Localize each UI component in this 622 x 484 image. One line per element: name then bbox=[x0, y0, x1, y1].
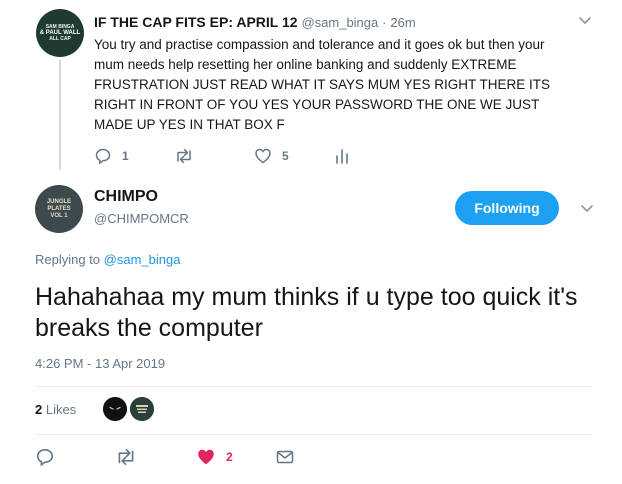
likes-summary[interactable]: 2 Likes bbox=[35, 402, 76, 417]
main-like-count: 2 bbox=[226, 450, 233, 464]
replying-handle-link[interactable]: @sam_binga bbox=[104, 252, 181, 267]
main-retweet-action[interactable] bbox=[115, 446, 137, 468]
parent-separator: · bbox=[382, 15, 387, 30]
chevron-down-icon[interactable] bbox=[578, 16, 592, 26]
parent-retweet-action[interactable] bbox=[174, 146, 194, 166]
following-button[interactable]: Following bbox=[455, 191, 559, 225]
replying-prefix: Replying to bbox=[35, 252, 101, 267]
divider-bottom bbox=[35, 434, 592, 435]
parent-analytics-action[interactable] bbox=[334, 146, 350, 166]
main-like-action[interactable]: 2 bbox=[196, 446, 233, 468]
main-avatar-text-1: JUNGLE PLATES bbox=[46, 198, 72, 212]
liker-logo-icon bbox=[130, 397, 154, 421]
main-handle[interactable]: @CHIMPOMCR bbox=[94, 211, 189, 226]
liker-face-icon bbox=[103, 397, 127, 421]
parent-tweet-text: You try and practise compassion and tole… bbox=[94, 37, 551, 132]
main-avatar-text-2: VOL 1 bbox=[50, 212, 68, 219]
retweet-icon bbox=[174, 147, 194, 165]
replying-to: Replying to @sam_binga bbox=[35, 252, 180, 267]
liker-avatar[interactable] bbox=[103, 397, 127, 421]
tweet-timestamp[interactable]: 4:26 PM - 13 Apr 2019 bbox=[35, 356, 165, 371]
reply-icon bbox=[35, 447, 55, 467]
main-dm-action[interactable] bbox=[275, 446, 295, 468]
likes-count: 2 bbox=[35, 402, 43, 417]
main-tweet-text: Hahahahaa my mum thinks if u type too qu… bbox=[35, 283, 578, 342]
parent-like-action[interactable]: 5 bbox=[254, 146, 289, 166]
reply-icon bbox=[94, 147, 112, 165]
main-author-name[interactable]: CHIMPO bbox=[94, 188, 158, 206]
parent-reply-count: 1 bbox=[122, 149, 129, 163]
divider-top bbox=[35, 386, 592, 387]
thread-line bbox=[59, 60, 61, 170]
heart-filled-icon bbox=[196, 447, 216, 467]
parent-like-count: 5 bbox=[282, 149, 289, 163]
parent-avatar-text-3: ALL CAP bbox=[49, 36, 71, 42]
retweet-icon bbox=[115, 447, 137, 467]
main-chevron-down-icon[interactable] bbox=[580, 204, 594, 214]
parent-avatar[interactable]: SAM BINGA & PAUL WALL ALL CAP bbox=[36, 9, 84, 57]
parent-time[interactable]: 26m bbox=[390, 15, 415, 30]
main-avatar[interactable]: JUNGLE PLATES VOL 1 bbox=[35, 185, 83, 233]
likes-label: Likes bbox=[45, 402, 77, 417]
parent-author-name[interactable]: IF THE CAP FITS EP: APRIL 12 bbox=[94, 14, 298, 30]
liker-avatar[interactable] bbox=[130, 397, 154, 421]
analytics-icon bbox=[334, 147, 350, 165]
parent-handle[interactable]: @sam_binga bbox=[301, 15, 378, 30]
heart-outline-icon bbox=[254, 147, 272, 165]
parent-reply-action[interactable]: 1 bbox=[94, 146, 129, 166]
parent-header: IF THE CAP FITS EP: APRIL 12 @sam_binga … bbox=[94, 14, 416, 30]
envelope-icon bbox=[275, 448, 295, 466]
main-reply-action[interactable] bbox=[35, 446, 55, 468]
